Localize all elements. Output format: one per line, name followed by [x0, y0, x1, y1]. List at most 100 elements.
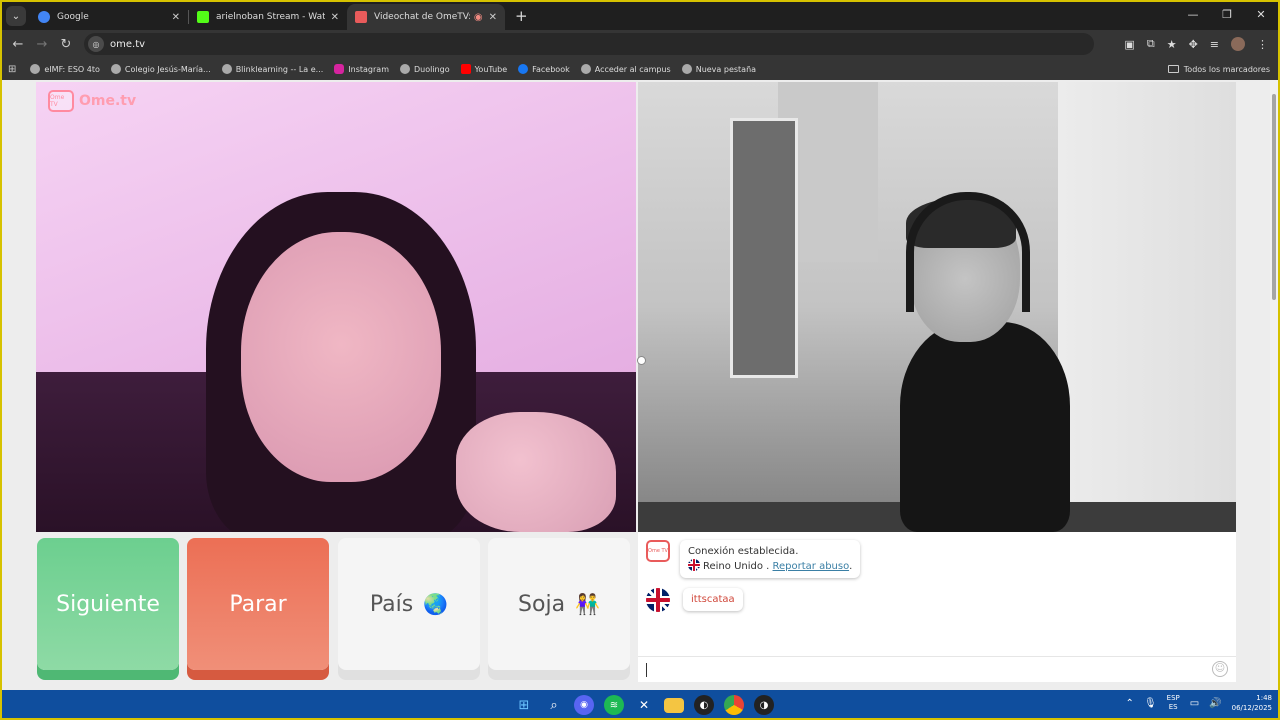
report-abuse-link[interactable]: Reportar abuso: [773, 561, 850, 572]
ometv-logo: Ome TV Ome.tv: [48, 90, 136, 112]
couple-icon: 👫: [575, 592, 600, 616]
lang-top: ESP: [1166, 694, 1180, 702]
folder-icon: [1167, 65, 1179, 73]
chevron-up-icon[interactable]: ⌃: [1126, 698, 1134, 709]
url-text: ome.tv: [110, 38, 146, 50]
microphone-icon[interactable]: 🎙: [1144, 698, 1157, 709]
system-message: Ome TV Conexión establecida. Reino Unido…: [646, 540, 861, 578]
country-button-label: País: [369, 591, 414, 617]
bookmark-label: Facebook: [532, 64, 570, 74]
gender-filter-button[interactable]: Soja 👫: [488, 538, 630, 670]
bookmark-item[interactable]: Blinklearning -- La e...: [221, 64, 323, 74]
bookmark-icon: [681, 64, 692, 74]
instagram-icon: [334, 64, 345, 74]
bookmark-item[interactable]: Nueva pestaña: [681, 64, 756, 74]
close-icon[interactable]: ✕: [331, 12, 339, 23]
headset-shape: [906, 192, 1030, 312]
language-indicator[interactable]: ESP ES: [1167, 694, 1180, 712]
close-window-icon[interactable]: ✕: [1244, 2, 1278, 30]
video-person-face: [241, 232, 441, 482]
recording-icon: ◉: [473, 11, 483, 23]
browser-toolbar: ← → ↻ ◎ ome.tv ▣ ⧉ ★ ✥ ≡ ⋮: [2, 30, 1278, 58]
chrome-icon[interactable]: [724, 695, 744, 715]
restore-icon[interactable]: ❐: [1210, 2, 1244, 30]
bookmark-item[interactable]: Duolingo: [399, 64, 450, 74]
all-bookmarks[interactable]: Todos los marcadores: [1167, 64, 1270, 74]
discord-icon[interactable]: ◉: [574, 695, 594, 715]
minimize-icon[interactable]: —: [1176, 2, 1210, 30]
translate-icon[interactable]: ⧉: [1147, 37, 1155, 51]
taskbar: ⊞ ⌕ ◉ ≋ ✕ ◐ ◑ ⌃ 🎙 ESP ES ▭ 🔊 1:48 06/12/…: [2, 690, 1278, 718]
search-icon[interactable]: ⌕: [544, 695, 564, 715]
apps-grid-icon[interactable]: ⊞: [8, 64, 16, 75]
bookmark-label: YouTube: [474, 64, 508, 74]
lang-bottom: ES: [1168, 703, 1178, 711]
volume-icon[interactable]: 🔊: [1209, 698, 1221, 709]
ometv-page: Ome TV Ome.tv Siguiente Parar País 🌏 Soj: [2, 80, 1278, 690]
page-scrollbar[interactable]: [1270, 80, 1278, 690]
chat-input[interactable]: ☺: [638, 656, 1236, 682]
file-explorer-icon[interactable]: [664, 698, 684, 713]
video-wardrobe: [1058, 82, 1236, 502]
stop-button[interactable]: Parar: [187, 538, 329, 670]
clock-date: 06/12/2025: [1231, 704, 1272, 712]
bookmark-item[interactable]: Acceder al campus: [580, 64, 671, 74]
media-control-icon[interactable]: ≡: [1210, 38, 1219, 51]
clock[interactable]: 1:48 06/12/2025: [1232, 693, 1272, 713]
bookmark-icon: [30, 64, 41, 74]
tab-google[interactable]: Google ✕: [30, 4, 188, 30]
bookmark-item[interactable]: YouTube: [460, 64, 508, 74]
back-icon[interactable]: ←: [6, 37, 30, 52]
connection-text: Conexión establecida.: [688, 546, 799, 557]
stranger-video: Ome TV Ome.tv: [36, 82, 636, 532]
extensions-icon[interactable]: ✥: [1189, 38, 1198, 51]
google-icon: [38, 11, 50, 23]
tab-search-button[interactable]: ⌄: [6, 6, 26, 26]
facebook-icon: [518, 64, 529, 74]
bookmark-label: Instagram: [348, 64, 389, 74]
bookmark-star-icon[interactable]: ★: [1167, 38, 1177, 51]
network-icon[interactable]: ▭: [1190, 698, 1199, 709]
bookmark-item[interactable]: Facebook: [518, 64, 570, 74]
emoji-icon[interactable]: ☺: [1212, 661, 1228, 677]
bookmark-label: Acceder al campus: [594, 64, 671, 74]
all-bookmarks-label: Todos los marcadores: [1183, 64, 1270, 74]
close-icon[interactable]: ✕: [489, 12, 497, 23]
bookmark-icon: [110, 64, 121, 74]
obs-icon[interactable]: ◐: [694, 695, 714, 715]
bookmarks-bar: ⊞ eIMF: ESO 4to Colegio Jesús-María... B…: [2, 58, 1278, 80]
profile-avatar[interactable]: [1231, 37, 1245, 51]
country-text: Reino Unido .: [703, 561, 770, 572]
toolbar-actions: ▣ ⧉ ★ ✥ ≡ ⋮: [1124, 37, 1278, 51]
youtube-icon: [460, 64, 471, 74]
windows-start-icon[interactable]: ⊞: [514, 695, 534, 715]
forward-icon[interactable]: →: [30, 37, 54, 52]
taskbar-apps: ⊞ ⌕ ◉ ≋ ✕ ◐ ◑: [514, 695, 774, 715]
spotify-icon[interactable]: ≋: [604, 695, 624, 715]
stop-button-label: Parar: [229, 591, 287, 617]
kick-icon: [197, 11, 209, 23]
capcut-icon[interactable]: ✕: [634, 695, 654, 715]
bookmark-label: Duolingo: [413, 64, 450, 74]
obs-recording-icon[interactable]: ◑: [754, 695, 774, 715]
new-tab-button[interactable]: +: [515, 7, 528, 25]
scrollbar-thumb[interactable]: [1272, 94, 1276, 300]
self-video: [638, 82, 1236, 532]
address-bar[interactable]: ◎ ome.tv: [84, 33, 1094, 55]
country-filter-button[interactable]: País 🌏: [338, 538, 480, 670]
video-mirror: [730, 118, 798, 378]
resize-handle[interactable]: [637, 356, 646, 365]
site-info-icon[interactable]: ◎: [88, 36, 104, 52]
next-button[interactable]: Siguiente: [37, 538, 179, 670]
close-icon[interactable]: ✕: [172, 12, 180, 23]
tab-ometv[interactable]: Videochat de OmeTV: una ◉ ✕: [347, 4, 505, 30]
reload-icon[interactable]: ↻: [54, 37, 78, 52]
tab-kick-stream[interactable]: arielnoban Stream - Watch Live ✕: [189, 4, 347, 30]
bookmark-item[interactable]: Instagram: [334, 64, 389, 74]
ometv-icon: [355, 11, 367, 23]
cast-icon[interactable]: ▣: [1124, 38, 1134, 51]
bookmark-item[interactable]: Colegio Jesús-María...: [110, 64, 211, 74]
bookmark-item[interactable]: eIMF: ESO 4to: [30, 64, 100, 74]
text-caret: [646, 663, 647, 677]
menu-icon[interactable]: ⋮: [1257, 38, 1268, 51]
